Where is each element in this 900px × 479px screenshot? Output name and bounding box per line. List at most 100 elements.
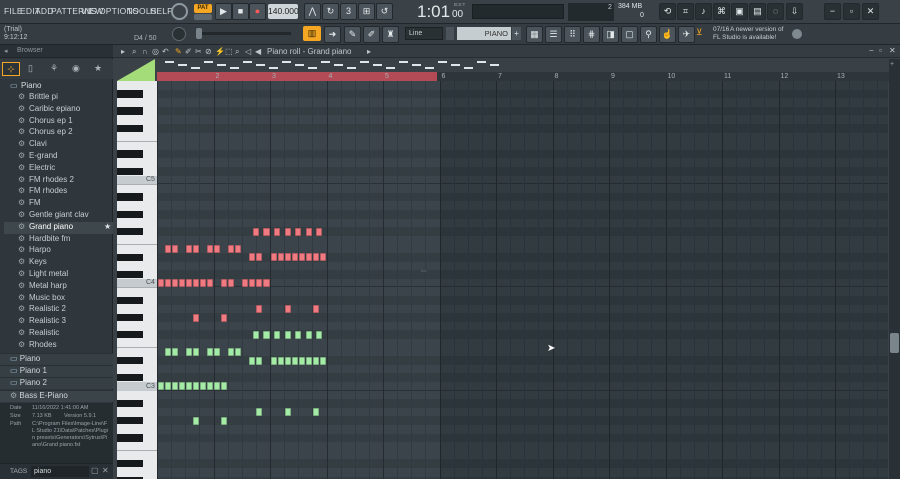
note-red[interactable] (312, 304, 319, 313)
note-red[interactable] (312, 253, 319, 262)
note-red[interactable] (295, 227, 302, 236)
note-green[interactable] (252, 330, 259, 339)
preset-bass-e-piano[interactable]: ⚙ Bass E-Piano (0, 390, 113, 402)
microphone-icon[interactable]: ♪ (695, 3, 712, 20)
black-key[interactable] (117, 150, 143, 158)
note-red[interactable] (178, 279, 185, 288)
note-green[interactable] (192, 347, 199, 356)
note-red[interactable] (157, 279, 164, 288)
note-red[interactable] (256, 304, 263, 313)
pr-magnet-icon[interactable]: ∩ (142, 47, 148, 56)
note-green[interactable] (214, 347, 221, 356)
note-red[interactable] (192, 244, 199, 253)
mixer-icon[interactable]: ⋕ (583, 26, 600, 43)
pr-zoom-icon[interactable]: ⌕ (132, 47, 136, 57)
folder-piano[interactable]: ▭ Piano (0, 353, 113, 365)
piano-keyboard[interactable]: C5 C4 C3 (117, 81, 157, 479)
black-key[interactable] (117, 270, 143, 279)
note-red[interactable] (192, 279, 199, 288)
note-green[interactable] (199, 382, 206, 391)
minimize-icon[interactable]: − (824, 3, 841, 20)
note-green[interactable] (270, 356, 277, 365)
pr-mute-tool-icon[interactable]: ⊘ (205, 47, 212, 56)
vertical-scrollbar[interactable]: + (889, 59, 900, 479)
pr-close-icon[interactable]: ✕ (889, 46, 896, 55)
preset-item[interactable]: ⚙ FM rhodes (18, 186, 67, 198)
folder-piano-1[interactable]: ▭ Piano 1 (0, 365, 113, 377)
black-key[interactable] (117, 416, 143, 425)
master-volume-knob[interactable] (171, 3, 188, 20)
note-red[interactable] (291, 253, 298, 262)
stamp-icon[interactable]: ♜ (382, 26, 399, 43)
snap-dropdown-icon[interactable] (446, 27, 454, 40)
note-red[interactable] (164, 279, 171, 288)
note-green[interactable] (178, 382, 185, 391)
black-key[interactable] (117, 330, 143, 339)
slider-handle[interactable] (196, 28, 202, 39)
folder-piano-2[interactable]: ▭ Piano 2 (0, 377, 113, 389)
pr-select-tool-icon[interactable]: ⬚ (225, 47, 233, 56)
menu-help[interactable]: HELP (150, 6, 173, 16)
black-key[interactable] (117, 434, 143, 442)
note-red[interactable] (171, 279, 178, 288)
pattern-song-toggle[interactable]: PAT (194, 4, 212, 13)
note-green[interactable] (256, 408, 263, 417)
browser-favorites-tab-icon[interactable]: ★ (94, 63, 106, 75)
metronome-button[interactable]: ⋀ (304, 3, 321, 20)
note-green[interactable] (185, 382, 192, 391)
black-key[interactable] (117, 107, 143, 115)
note-red[interactable] (164, 244, 171, 253)
pr-menu-arrow-icon[interactable]: ▸ (121, 47, 125, 56)
browser-plugins-tab-icon[interactable]: ⚘ (50, 63, 62, 75)
note-green[interactable] (192, 416, 199, 425)
snap-magnet-icon[interactable]: ▥ (303, 26, 321, 41)
restore-icon[interactable]: ▫ (843, 3, 860, 20)
browser-database-tab-icon[interactable]: ◉ (72, 63, 84, 75)
browser-all-tab-icon[interactable]: ⊹ (2, 62, 20, 76)
preset-item[interactable]: ⚙ Metal harp (18, 281, 67, 293)
playlist-icon[interactable]: ☰ (545, 26, 562, 43)
note-red[interactable] (284, 253, 291, 262)
black-key[interactable] (117, 253, 143, 262)
loop-region[interactable] (157, 72, 437, 81)
tempo-tap-icon[interactable]: ⟲ (659, 3, 676, 20)
note-green[interactable] (228, 347, 235, 356)
note-red[interactable] (298, 253, 305, 262)
step-edit-button[interactable]: ⊞ (358, 3, 375, 20)
note-green[interactable] (221, 382, 228, 391)
note-red[interactable] (206, 244, 213, 253)
snapshot-icon[interactable]: ⌗ (677, 3, 694, 20)
black-key[interactable] (117, 296, 143, 305)
pr-playback-tool-icon[interactable]: ◁ (245, 47, 251, 56)
black-key[interactable] (117, 124, 143, 133)
note-red[interactable] (185, 279, 192, 288)
download-icon[interactable]: ⇩ (786, 3, 803, 20)
preset-item[interactable]: ⚙ Electric (18, 163, 55, 175)
snap-select[interactable]: Line (405, 27, 443, 40)
note-green[interactable] (221, 416, 228, 425)
note-red[interactable] (185, 244, 192, 253)
browser-files-tab-icon[interactable]: ▯ (28, 63, 38, 75)
black-key[interactable] (117, 193, 143, 201)
note-red[interactable] (305, 227, 312, 236)
black-key[interactable] (117, 373, 143, 382)
note-green[interactable] (256, 356, 263, 365)
tempo-display[interactable]: 140.000 (268, 4, 299, 19)
note-red[interactable] (221, 313, 228, 322)
preset-item[interactable]: ⚙ Hardbite fm (18, 234, 70, 246)
note-green[interactable] (171, 382, 178, 391)
note-green[interactable] (305, 356, 312, 365)
render-icon[interactable]: ▤ (749, 3, 766, 20)
black-key[interactable] (117, 210, 143, 219)
black-key[interactable] (117, 459, 143, 468)
black-key[interactable] (117, 167, 143, 176)
globe-icon[interactable] (792, 29, 802, 39)
preset-item[interactable]: ⚙ Music box (18, 293, 65, 305)
note-green[interactable] (206, 382, 213, 391)
note-red[interactable] (305, 253, 312, 262)
note-green[interactable] (157, 382, 164, 391)
note-green[interactable] (192, 382, 199, 391)
add-instrument-icon[interactable]: + (512, 27, 521, 40)
pr-minimize-icon[interactable]: − (869, 46, 874, 55)
preset-item[interactable]: ⚙ Chorus ep 2 (18, 127, 73, 139)
